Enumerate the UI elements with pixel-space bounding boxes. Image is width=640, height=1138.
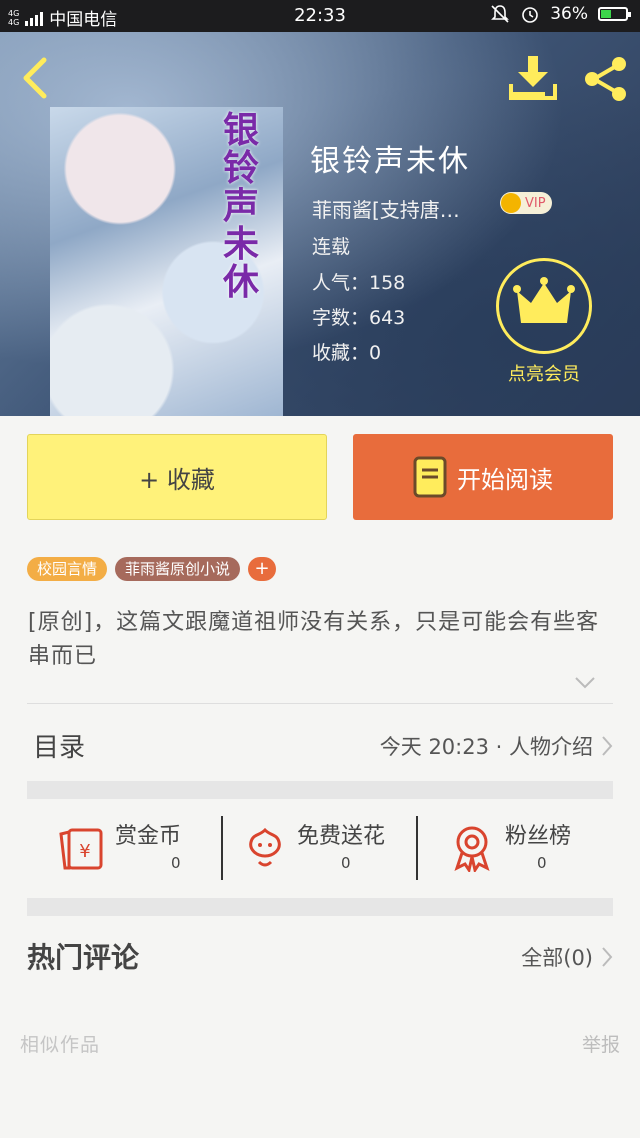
red-envelope-icon: ¥ [59,828,103,870]
divider [27,703,613,704]
status-bar: 4G 4G 中国电信 22:33 36% [0,0,640,32]
vertical-divider [416,816,418,880]
section-separator [27,781,613,799]
vip-crown-icon [501,193,521,213]
start-reading-button[interactable]: 开始阅读 [353,434,613,520]
send-flowers-count: 0 [341,854,351,872]
expand-chevron-icon[interactable] [574,676,596,690]
catalog-row[interactable]: 目录 今天 20:23 · 人物介绍 [27,705,613,781]
download-icon[interactable] [508,54,558,102]
fan-ranking-count: 0 [537,854,547,872]
report-link[interactable]: 举报 [582,1030,620,1057]
reward-coins-count: 0 [171,854,181,872]
reward-coins-label: 赏金币 [115,824,182,849]
vip-badge: VIP [500,192,552,214]
medal-icon [454,826,490,872]
book-description: [原创]，这篇文跟魔道祖师没有关系，只是可能会有些客串而已 [28,610,600,669]
tag-original-novel[interactable]: 菲雨酱原创小说 [115,557,241,581]
mute-icon [491,5,510,23]
cover-title-text: 银铃声未休 [222,109,259,303]
share-icon[interactable] [580,54,630,104]
activate-membership-button[interactable]: 点亮会员 [493,258,595,386]
book-cover-image[interactable]: 银铃声未休 [50,107,283,416]
book-header: 银铃声未休 银铃声未休 菲雨酱[支持唐… VIP 连载 人气：158 字数：64… [0,32,640,416]
tag-list: 校园言情 菲雨酱原创小说 + [27,557,277,581]
hot-comments-label: 热门评论 [27,941,140,974]
send-flowers-label: 免费送花 [297,824,386,849]
reward-coins-button[interactable]: ¥ 赏金币 0 [55,816,225,880]
vertical-divider [221,816,223,880]
chevron-right-icon [602,736,613,756]
catalog-label: 目录 [33,733,86,763]
battery-percent: 36% [550,4,588,24]
add-to-favorites-button[interactable]: + 收藏 [27,434,327,520]
book-title: 银铃声未休 [310,144,470,179]
start-reading-label: 开始阅读 [457,465,553,494]
alarm-icon [522,7,539,23]
back-arrow-icon[interactable] [18,56,52,100]
svg-text:¥: ¥ [79,841,90,862]
section-separator [27,898,613,916]
fan-ranking-label: 粉丝榜 [505,824,572,849]
word-count-stat: 字数：643 [312,307,406,329]
author-name[interactable]: 菲雨酱[支持唐… [312,194,482,223]
favorites-stat: 收藏：0 [312,342,382,364]
tag-campus-romance[interactable]: 校园言情 [27,557,108,581]
all-comments-link[interactable]: 全部(0) [521,942,593,972]
send-flowers-button[interactable]: 免费送花 0 [241,816,421,880]
chevron-right-icon [602,947,613,967]
hot-comments-row[interactable]: 热门评论 全部(0) [27,916,613,992]
book-icon [413,456,447,498]
crown-icon [496,258,592,354]
reward-actions: ¥ 赏金币 0 免费送花 0 粉丝榜 0 [27,816,613,880]
serial-status: 连载 [312,236,351,258]
membership-label: 点亮会员 [508,364,580,385]
add-tag-button[interactable]: + [248,557,277,581]
popularity-stat: 人气：158 [312,272,406,294]
flower-icon [249,827,281,867]
battery-icon [598,7,631,21]
fan-ranking-button[interactable]: 粉丝榜 0 [447,816,613,880]
latest-chapter: 今天 20:23 · 人物介绍 [379,735,593,759]
similar-works-heading: 相似作品 [20,1034,101,1056]
